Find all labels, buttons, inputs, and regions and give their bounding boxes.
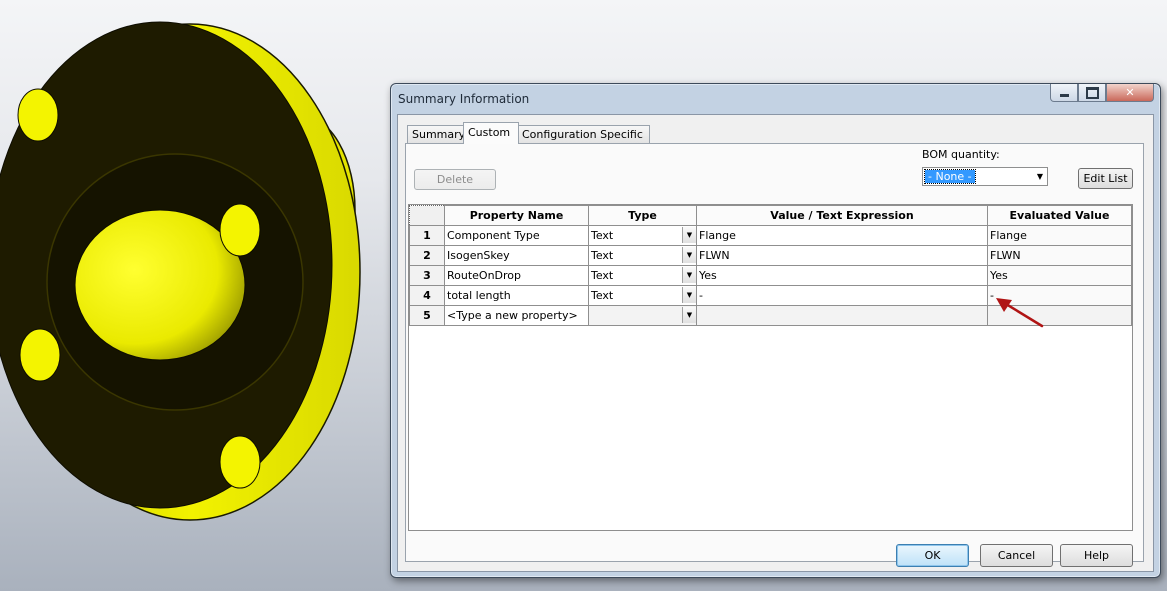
column-header-value[interactable]: Value / Text Expression [696,205,988,226]
value-cell[interactable]: FLWN [696,245,988,266]
table-row: 2 IsogenSkey Text ▼ FLWN FLWN [409,245,1132,266]
column-header-type[interactable]: Type [588,205,697,226]
bom-quantity-value: - None - [924,169,976,184]
property-name-cell[interactable]: total length [444,285,589,306]
row-number[interactable]: 5 [409,305,445,326]
property-name-cell[interactable]: RouteOnDrop [444,265,589,286]
dropdown-arrow-icon[interactable]: ▼ [682,287,696,303]
dialog-title: Summary Information [398,92,530,106]
value-cell[interactable]: - [696,285,988,306]
column-header-property-name[interactable]: Property Name [444,205,589,226]
window-controls: ✕ [1050,84,1154,102]
type-value: Text [591,249,614,262]
ok-button[interactable]: OK [896,544,969,567]
row-number[interactable]: 2 [409,245,445,266]
minimize-icon [1059,94,1069,97]
maximize-icon [1085,86,1099,99]
evaluated-cell: FLWN [987,245,1132,266]
type-value: Text [591,229,614,242]
tab-configuration-specific[interactable]: Configuration Specific [517,125,650,143]
new-property-name-cell[interactable]: <Type a new property> [444,305,589,326]
dropdown-arrow-icon[interactable]: ▼ [682,227,696,243]
evaluated-cell: Flange [987,225,1132,246]
dialog-client-area: Summary Custom Configuration Specific De… [397,114,1154,572]
property-name-cell[interactable]: IsogenSkey [444,245,589,266]
annotation-arrow [996,298,1044,328]
minimize-button[interactable] [1050,84,1078,102]
type-cell[interactable]: Text ▼ [588,265,697,286]
type-cell[interactable]: Text ▼ [588,285,697,306]
help-button[interactable]: Help [1060,544,1133,567]
dropdown-arrow-icon[interactable]: ▼ [682,267,696,283]
select-all-cell[interactable] [409,205,445,226]
dialog-titlebar[interactable]: Summary Information ✕ [391,84,1160,114]
tab-custom[interactable]: Custom [463,122,519,144]
edit-list-button[interactable]: Edit List [1078,168,1133,189]
bom-quantity-select[interactable]: - None - ▼ [922,167,1048,186]
cancel-button[interactable]: Cancel [980,544,1053,567]
row-number[interactable]: 1 [409,225,445,246]
maximize-button[interactable] [1078,84,1106,102]
header-row: Property Name Type Value / Text Expressi… [409,205,1132,226]
close-button[interactable]: ✕ [1106,84,1154,102]
row-number[interactable]: 4 [409,285,445,306]
dropdown-arrow-icon[interactable]: ▼ [682,247,696,263]
tab-summary[interactable]: Summary [407,125,470,143]
delete-button[interactable]: Delete [414,169,496,190]
dropdown-arrow-icon[interactable]: ▼ [682,307,696,323]
type-cell[interactable]: ▼ [588,305,697,326]
value-cell[interactable]: Flange [696,225,988,246]
row-number[interactable]: 3 [409,265,445,286]
column-header-evaluated[interactable]: Evaluated Value [987,205,1132,226]
flange-3d-model[interactable] [0,0,400,591]
dropdown-arrow-icon: ▼ [1036,172,1043,181]
evaluated-cell: Yes [987,265,1132,286]
type-cell[interactable]: Text ▼ [588,245,697,266]
type-value: Text [591,269,614,282]
table-row: 3 RouteOnDrop Text ▼ Yes Yes [409,265,1132,286]
property-name-cell[interactable]: Component Type [444,225,589,246]
close-icon: ✕ [1125,86,1135,99]
custom-properties-grid: Property Name Type Value / Text Expressi… [408,204,1133,531]
value-cell[interactable] [696,305,988,326]
value-cell[interactable]: Yes [696,265,988,286]
type-value: Text [591,289,614,302]
bom-quantity-label: BOM quantity: [922,148,1000,161]
table-row: 1 Component Type Text ▼ Flange Flange [409,225,1132,246]
type-cell[interactable]: Text ▼ [588,225,697,246]
